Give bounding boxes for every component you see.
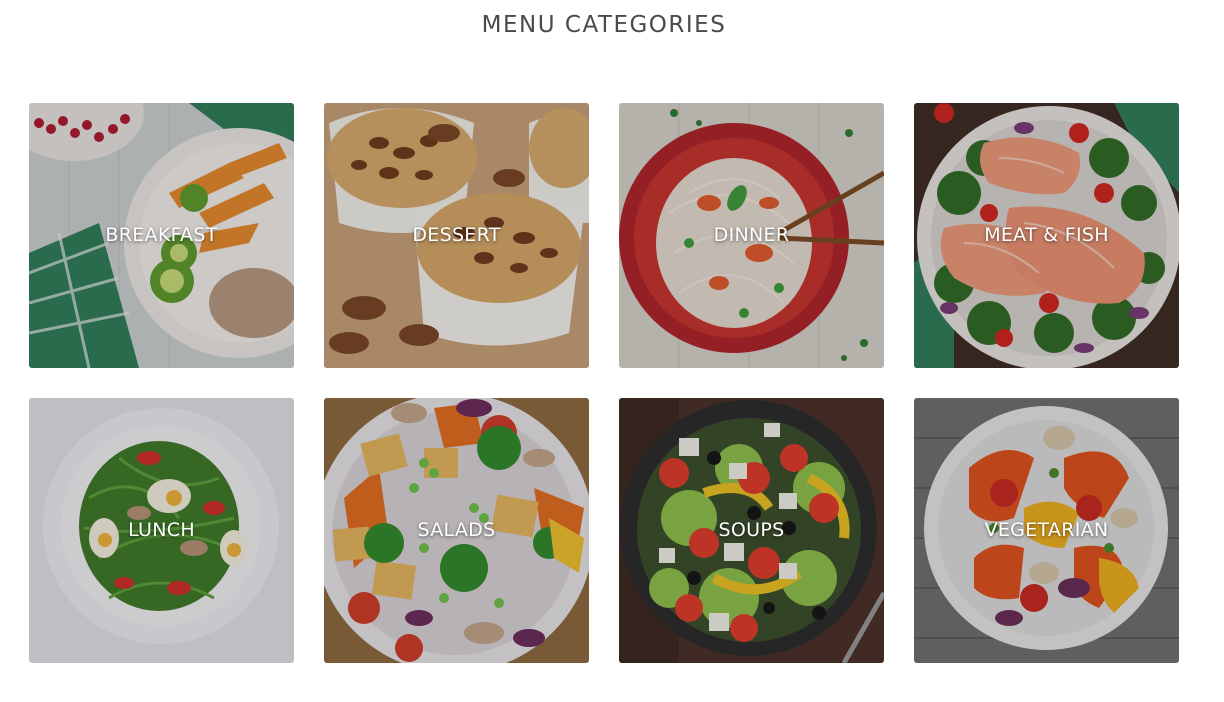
category-tile-salads[interactable]: SALADS — [324, 398, 589, 663]
category-label: DESSERT — [412, 223, 501, 246]
category-label: VEGETARIAN — [984, 518, 1109, 541]
category-tile-meat-fish[interactable]: MEAT & FISH — [914, 103, 1179, 368]
category-label: LUNCH — [128, 518, 195, 541]
category-tile-vegetarian[interactable]: VEGETARIAN — [914, 398, 1179, 663]
category-label: SOUPS — [718, 518, 785, 541]
category-label: MEAT & FISH — [984, 223, 1109, 246]
category-tile-breakfast[interactable]: BREAKFAST — [29, 103, 294, 368]
category-grid: BREAKFAST DESSERT DINNER MEAT & FISH LUN… — [29, 103, 1179, 663]
category-label: DINNER — [713, 223, 790, 246]
category-tile-dessert[interactable]: DESSERT — [324, 103, 589, 368]
category-label: BREAKFAST — [105, 223, 218, 246]
category-label: SALADS — [417, 518, 496, 541]
menu-categories-page: MENU CATEGORIES BREAKFAST DESSERT DINNER… — [0, 0, 1224, 702]
page-title: MENU CATEGORIES — [481, 12, 727, 38]
category-tile-dinner[interactable]: DINNER — [619, 103, 884, 368]
category-tile-lunch[interactable]: LUNCH — [29, 398, 294, 663]
category-tile-soups[interactable]: SOUPS — [619, 398, 884, 663]
